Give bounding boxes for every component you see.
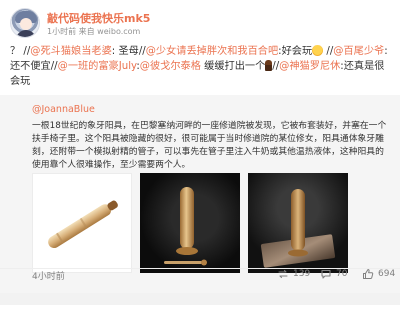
text-segment: ？ // [10, 46, 31, 57]
retweet-image-1[interactable] [32, 173, 132, 273]
ivory-object-upright-icon [164, 187, 207, 266]
retweet-image-2[interactable] [140, 173, 240, 273]
retweet-box[interactable]: @JoannaBlue 一根18世纪的象牙阳具，在巴黎塞纳河畔的一座修道院被发现… [0, 95, 400, 305]
mention-link[interactable]: @一班的富豪July [58, 61, 137, 72]
text-segment: 缓缓打出一个 [200, 61, 266, 72]
retweet-text-block: @JoannaBlue 一根18世纪的象牙阳具，在巴黎塞纳河畔的一座修道院被发现… [32, 103, 390, 172]
avatar-body [16, 30, 36, 37]
thumbs-up-icon [363, 269, 374, 279]
mention-link[interactable]: @死斗猫娘当老婆 [30, 46, 112, 57]
avatar-face [20, 18, 32, 30]
text-segment: // [323, 46, 334, 57]
repost-count: 139 [293, 269, 311, 279]
retweet-username-link[interactable]: @JoannaBlue [32, 104, 95, 115]
post-time[interactable]: 1小时前 [47, 27, 76, 36]
comment-icon [321, 269, 331, 279]
ivory-object-with-case-icon [260, 189, 336, 268]
post-source: 来自 weibo.com [78, 27, 141, 36]
mention-link[interactable]: @百尾少爷 [333, 46, 384, 57]
like-button[interactable]: 694 [362, 268, 395, 280]
ivory-rod-horizontal-icon [48, 200, 118, 249]
retweet-time[interactable]: 4小时前 [32, 269, 65, 282]
retweet-text: 一根18世纪的象牙阳具，在巴黎塞纳河畔的一座修道院被发现，它被布套装好，并塞在一… [32, 121, 387, 170]
retweet-image-grid [32, 173, 352, 273]
next-card-edge [0, 293, 400, 305]
mention-link[interactable]: @少女请丢掉胖次和我百合吧 [146, 46, 278, 57]
text-segment: :好会玩 [278, 46, 313, 57]
retweet-footer: 4小时前 139 70 694 [0, 266, 400, 286]
text-segment: : 圣母// [111, 46, 146, 57]
like-count: 694 [378, 269, 396, 279]
mention-link[interactable]: @神猫罗尼休 [279, 61, 340, 72]
repost-icon [278, 269, 288, 279]
username-link[interactable]: 敲代码使我快乐mk5 [47, 10, 150, 26]
weibo-post-card: 敲代码使我快乐mk5 1小时前 来自 weibo.com ？ //@死斗猫娘当老… [0, 0, 400, 315]
post-meta: 1小时前 来自 weibo.com [47, 26, 140, 37]
mention-link[interactable]: @彼戈尔泰格 [140, 61, 201, 72]
smile-emoji-icon [312, 45, 324, 56]
post-header: 敲代码使我快乐mk5 1小时前 来自 weibo.com [10, 8, 390, 42]
comment-button[interactable]: 70 [320, 268, 347, 280]
retweet-image-3[interactable] [248, 173, 348, 273]
post-text: ？ //@死斗猫娘当老婆: 圣母//@少女请丢掉胖次和我百合吧:好会玩 //@百… [10, 44, 392, 89]
avatar[interactable] [10, 8, 40, 38]
repost-button[interactable]: 139 [277, 268, 310, 280]
divider [0, 268, 400, 269]
comment-count: 70 [336, 269, 348, 279]
